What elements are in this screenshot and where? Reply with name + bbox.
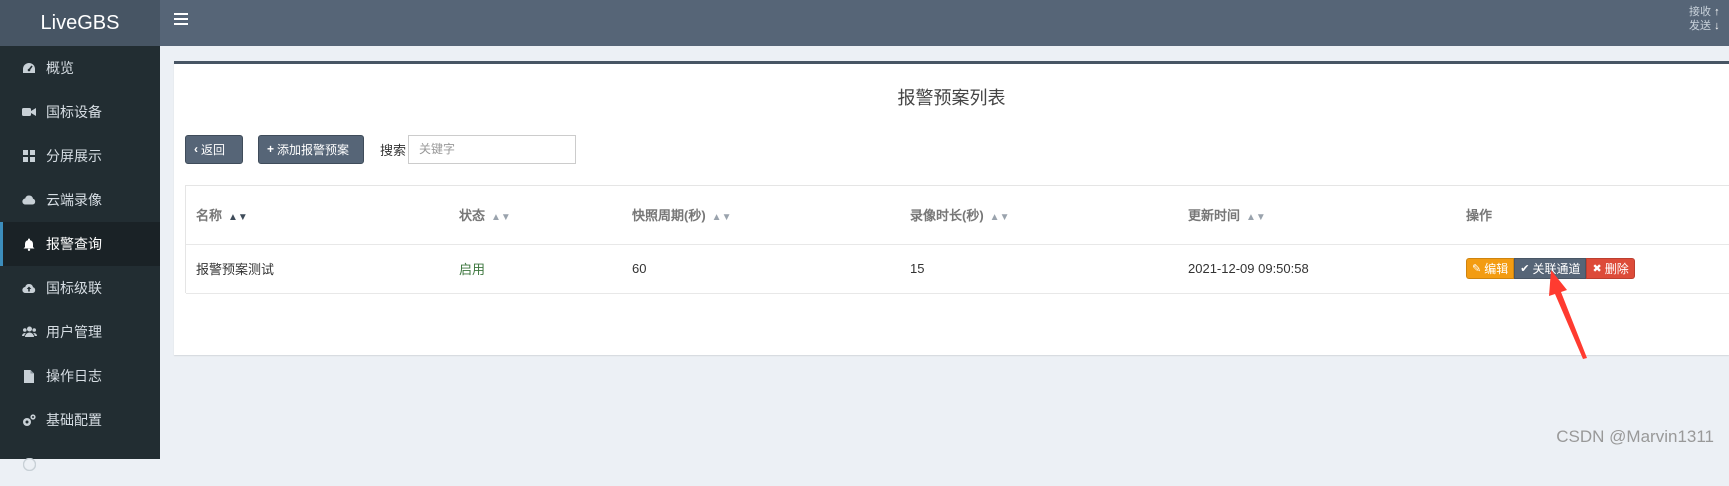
column-label: 名称 [196, 208, 222, 223]
sort-icon: ▲▼ [712, 212, 732, 223]
sidebar-item-gb-devices[interactable]: 国标设备 [0, 90, 160, 134]
sidebar-item-overview[interactable]: 概览 [0, 46, 160, 90]
plus-icon: + [267, 142, 274, 156]
cell-updated-at: 2021-12-09 09:50:58 [1178, 244, 1456, 293]
edit-icon: ✎ [1472, 262, 1481, 275]
add-button-label: 添加报警预案 [277, 141, 349, 158]
sidebar-item-label: 报警查询 [46, 234, 102, 254]
column-label: 更新时间 [1188, 208, 1240, 223]
check-icon: ✔ [1520, 262, 1529, 275]
sidebar-item-gb-cascade[interactable]: 国标级联 [0, 266, 160, 310]
edit-button[interactable]: ✎ 编辑 [1466, 258, 1514, 279]
column-label: 状态 [459, 208, 485, 223]
sidebar-item-label: 国标设备 [46, 102, 102, 122]
network-stats: 接收 ↑ 发送 ↓ [1689, 5, 1729, 33]
column-label: 快照周期(秒) [632, 208, 706, 223]
back-button-label: 返回 [201, 141, 225, 158]
sidebar-item-cloud-recording[interactable]: 云端录像 [0, 178, 160, 222]
column-header-status[interactable]: 状态 ▲▼ [449, 186, 622, 244]
arrow-up-icon: ↑ [1714, 6, 1720, 18]
brand-logo[interactable]: LiveGBS [0, 0, 160, 46]
info-icon [21, 456, 37, 472]
toolbar: ‹ 返回 + 添加报警预案 搜索 [185, 134, 576, 164]
cloud-upload-icon [21, 280, 37, 296]
column-label: 操作 [1466, 208, 1492, 223]
recv-label: 接收 [1689, 6, 1711, 18]
arrow-down-icon: ↓ [1714, 20, 1720, 32]
content-box: 报警预案列表 ‹ 返回 + 添加报警预案 搜索 名称 ▲▼ 状态 ▲▼ 快照周期(秒… [174, 61, 1729, 355]
search-label: 搜索 [380, 140, 406, 159]
sidebar-item-label: 概览 [46, 58, 74, 78]
annotation-arrow-icon [1547, 268, 1597, 360]
sidebar-item-user-management[interactable]: 用户管理 [0, 310, 160, 354]
column-header-updated-at[interactable]: 更新时间 ▲▼ [1178, 186, 1456, 244]
cell-snapshot-period: 60 [622, 244, 900, 293]
sidebar-item-operation-log[interactable]: 操作日志 [0, 354, 160, 398]
add-alarm-plan-button[interactable]: + 添加报警预案 [258, 135, 364, 164]
sort-icon: ▲▼ [228, 212, 248, 223]
dashboard-icon [21, 60, 37, 76]
sidebar-menu: 概览 国标设备 分屏展示 云端录像 报警查询 [0, 46, 160, 486]
sidebar-item-label: 国标级联 [46, 278, 102, 298]
watermark: CSDN @Marvin1311 [1556, 427, 1714, 447]
cell-status: 启用 [449, 244, 622, 293]
video-camera-icon [21, 104, 37, 120]
table-row: 报警预案测试 启用 60 15 2021-12-09 09:50:58 ✎ 编辑… [186, 244, 1729, 293]
table-header-row: 名称 ▲▼ 状态 ▲▼ 快照周期(秒) ▲▼ 录像时长(秒) ▲▼ 更新时间 ▲▼ 操作 [186, 186, 1729, 244]
sidebar-item-label: 云端录像 [46, 190, 102, 210]
column-label: 录像时长(秒) [910, 208, 984, 223]
bell-icon [21, 236, 37, 252]
cell-record-duration: 15 [900, 244, 1178, 293]
cell-name: 报警预案测试 [186, 244, 449, 293]
page-title: 报警预案列表 [174, 84, 1729, 110]
column-header-snapshot-period[interactable]: 快照周期(秒) ▲▼ [622, 186, 900, 244]
sidebar-item-label: 基础配置 [46, 410, 102, 430]
back-button[interactable]: ‹ 返回 [185, 135, 243, 164]
column-header-actions: 操作 [1456, 186, 1729, 244]
file-icon [21, 368, 37, 384]
edit-button-label: 编辑 [1484, 260, 1508, 277]
delete-button-label: 删除 [1605, 260, 1629, 277]
alarm-plan-table: 名称▲▼ 状态▲▼ 快照周期(秒)▲▼ 录像时长(秒)▲▼ 更新时间▲▼ 操作 … [185, 185, 1729, 293]
sort-icon: ▲▼ [491, 212, 511, 223]
sidebar-item-alarm-query[interactable]: 报警查询 [0, 222, 160, 266]
sidebar-item-split-screen[interactable]: 分屏展示 [0, 134, 160, 178]
grid-icon [21, 148, 37, 164]
cloud-icon [21, 192, 37, 208]
topbar: 接收 ↑ 发送 ↓ [160, 0, 1729, 46]
sidebar-item-label: 用户管理 [46, 322, 102, 342]
sidebar-item-label: 分屏展示 [46, 146, 102, 166]
sort-icon: ▲▼ [1246, 212, 1266, 223]
sort-icon: ▲▼ [990, 212, 1010, 223]
sidebar-item-basic-config[interactable]: 基础配置 [0, 398, 160, 442]
menu-toggle-icon[interactable] [174, 13, 188, 27]
chevron-left-icon: ‹ [194, 142, 198, 156]
users-icon [21, 324, 37, 340]
sidebar-item-partial[interactable] [0, 442, 160, 486]
search-input[interactable] [408, 135, 576, 164]
sidebar: LiveGBS 概览 国标设备 分屏展示 云端录像 [0, 0, 160, 459]
column-header-record-duration[interactable]: 录像时长(秒) ▲▼ [900, 186, 1178, 244]
sidebar-item-label: 操作日志 [46, 366, 102, 386]
column-header-name[interactable]: 名称 ▲▼ [186, 186, 449, 244]
cogs-icon [21, 412, 37, 428]
send-label: 发送 [1689, 20, 1711, 32]
